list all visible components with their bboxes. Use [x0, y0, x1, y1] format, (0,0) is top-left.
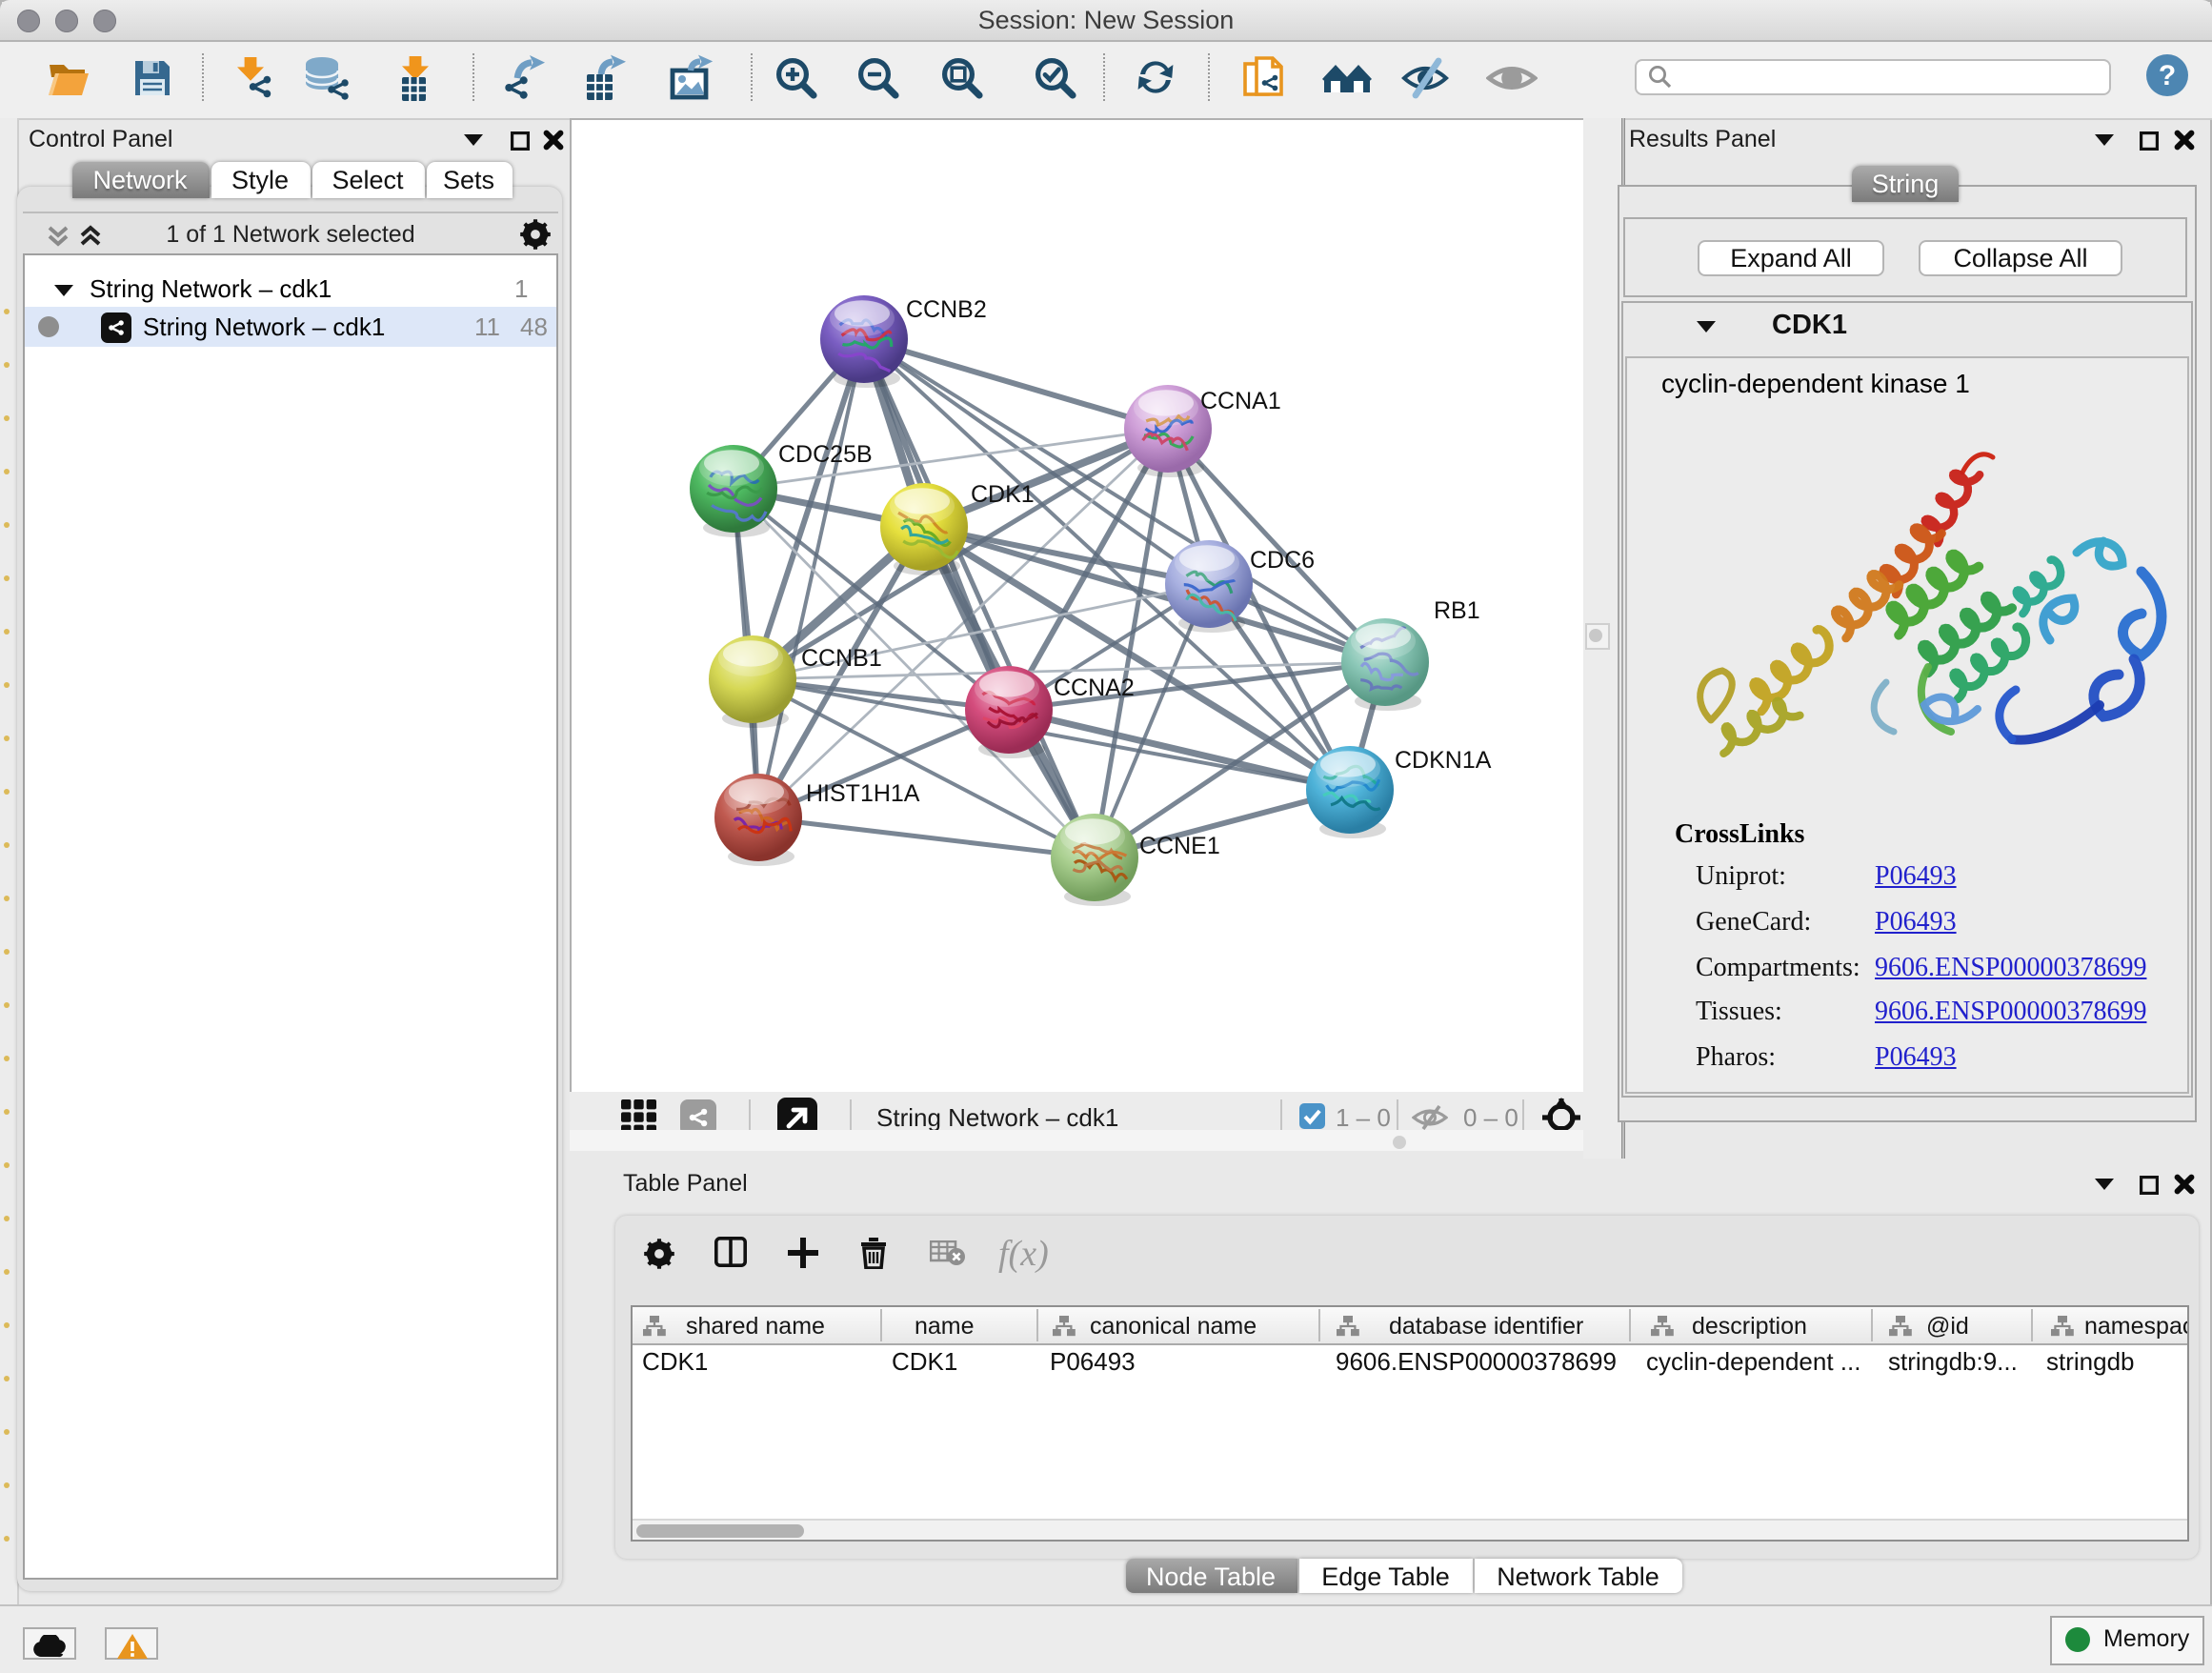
svg-text:CDKN1A: CDKN1A	[1395, 747, 1492, 774]
svg-text:CCNA1: CCNA1	[1200, 388, 1281, 414]
svg-text:CDC25B: CDC25B	[778, 441, 873, 468]
svg-text:?: ?	[2159, 60, 2176, 91]
svg-text:HIST1H1A: HIST1H1A	[806, 780, 920, 807]
svg-text:RB1: RB1	[1434, 597, 1480, 624]
svg-text:CDK1: CDK1	[971, 481, 1035, 508]
svg-text:CCNB1: CCNB1	[801, 645, 882, 672]
svg-text:CCNA2: CCNA2	[1054, 675, 1135, 701]
svg-text:CCNE1: CCNE1	[1139, 833, 1220, 859]
svg-text:CCNB2: CCNB2	[906, 296, 987, 323]
svg-text:CDC6: CDC6	[1250, 547, 1315, 574]
